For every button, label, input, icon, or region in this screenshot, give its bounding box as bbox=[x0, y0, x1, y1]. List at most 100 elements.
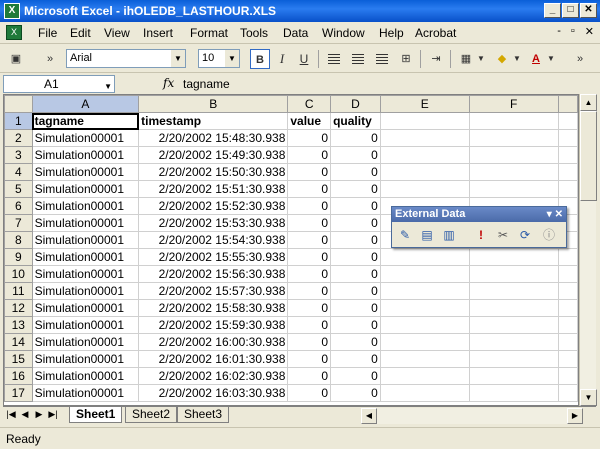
chevron-down-icon[interactable]: ▼ bbox=[225, 50, 239, 67]
cell[interactable] bbox=[557, 316, 578, 334]
row-header[interactable]: 8 bbox=[4, 231, 33, 249]
scroll-up-icon[interactable]: ▲ bbox=[580, 94, 597, 111]
cell[interactable] bbox=[379, 350, 470, 368]
last-sheet-icon[interactable]: ▶| bbox=[47, 409, 59, 420]
cell[interactable]: value bbox=[287, 112, 332, 130]
cell[interactable] bbox=[468, 384, 559, 402]
cell[interactable]: 2/20/2002 16:01:30.938 bbox=[138, 350, 289, 368]
close-icon[interactable]: ✕ bbox=[555, 209, 563, 220]
row-header[interactable]: 1 bbox=[4, 112, 33, 130]
close-button[interactable]: ✕ bbox=[580, 3, 597, 18]
cell[interactable] bbox=[379, 316, 470, 334]
fill-color-icon[interactable]: ◆ bbox=[492, 49, 512, 69]
cell[interactable] bbox=[379, 163, 470, 181]
cell[interactable]: 2/20/2002 16:03:30.938 bbox=[138, 384, 289, 402]
cell[interactable] bbox=[379, 146, 470, 164]
cell[interactable]: 0 bbox=[330, 146, 381, 164]
cell[interactable]: 0 bbox=[287, 350, 332, 368]
first-sheet-icon[interactable]: |◀ bbox=[5, 409, 17, 420]
cell[interactable]: 2/20/2002 15:49:30.938 bbox=[138, 146, 289, 164]
fx-icon[interactable]: fx bbox=[163, 76, 174, 90]
menu-format[interactable]: Format bbox=[190, 26, 228, 40]
minimize-button[interactable]: _ bbox=[544, 3, 561, 18]
cell[interactable]: Simulation00001 bbox=[31, 333, 140, 351]
cell[interactable] bbox=[379, 299, 470, 317]
data-range-properties-icon[interactable]: ▤ bbox=[418, 226, 436, 244]
row-header[interactable]: 3 bbox=[4, 146, 33, 164]
cell[interactable]: 0 bbox=[330, 180, 381, 198]
row-header[interactable]: 7 bbox=[4, 214, 33, 232]
row-header[interactable]: 9 bbox=[4, 248, 33, 266]
menu-edit[interactable]: Edit bbox=[70, 26, 91, 40]
horizontal-scrollbar[interactable]: ◀ ▶ bbox=[361, 408, 583, 424]
row-header[interactable]: 2 bbox=[4, 129, 33, 147]
title-bar[interactable]: X Microsoft Excel - ihOLEDB_LASTHOUR.XLS… bbox=[0, 0, 600, 22]
cell[interactable]: Simulation00001 bbox=[31, 163, 140, 181]
cell[interactable] bbox=[557, 265, 578, 283]
cell[interactable] bbox=[557, 384, 578, 402]
cell[interactable]: 0 bbox=[287, 265, 332, 283]
italic-button[interactable]: I bbox=[272, 49, 292, 69]
cell[interactable] bbox=[557, 282, 578, 300]
cell[interactable] bbox=[557, 248, 578, 266]
row-header[interactable]: 6 bbox=[4, 197, 33, 215]
cell[interactable]: Simulation00001 bbox=[31, 384, 140, 402]
cell[interactable] bbox=[557, 129, 578, 147]
row-header[interactable]: 14 bbox=[4, 333, 33, 351]
bold-button[interactable]: B bbox=[250, 49, 270, 69]
sheet-tab-sheet1[interactable]: Sheet1 bbox=[69, 407, 123, 423]
cell[interactable]: 0 bbox=[287, 129, 332, 147]
cell[interactable]: 2/20/2002 15:57:30.938 bbox=[138, 282, 289, 300]
cell[interactable]: Simulation00001 bbox=[31, 316, 140, 334]
font-size-select[interactable]: 10 ▼ bbox=[198, 49, 240, 68]
edit-query-icon[interactable]: ✎ bbox=[396, 226, 414, 244]
cell[interactable]: 0 bbox=[287, 384, 332, 402]
font-name-select[interactable]: Arial ▼ bbox=[66, 49, 186, 68]
column-header[interactable] bbox=[557, 95, 578, 113]
row-header[interactable]: 12 bbox=[4, 299, 33, 317]
cell[interactable] bbox=[557, 112, 578, 130]
cell[interactable]: 2/20/2002 15:52:30.938 bbox=[138, 197, 289, 215]
column-header[interactable]: D bbox=[330, 95, 381, 113]
cell[interactable] bbox=[557, 350, 578, 368]
cell[interactable] bbox=[468, 333, 559, 351]
menu-window[interactable]: Window bbox=[322, 26, 365, 40]
cell[interactable]: quality bbox=[330, 112, 381, 130]
column-header[interactable]: B bbox=[138, 95, 289, 113]
cell[interactable] bbox=[468, 146, 559, 164]
align-center-icon[interactable] bbox=[348, 49, 368, 69]
row-header[interactable]: 17 bbox=[4, 384, 33, 402]
cell[interactable]: 2/20/2002 15:48:30.938 bbox=[138, 129, 289, 147]
cell[interactable]: 0 bbox=[287, 197, 332, 215]
doc-close-icon[interactable]: ✕ bbox=[585, 25, 594, 38]
external-data-toolbar[interactable]: External Data ▾ ✕ ✎ ▤ ▥ ! ✂ ⟳ ⓘ bbox=[391, 206, 567, 248]
cell[interactable]: 0 bbox=[287, 163, 332, 181]
name-box[interactable]: A1 ▼ bbox=[3, 75, 115, 93]
menu-insert[interactable]: Insert bbox=[143, 26, 173, 40]
cell[interactable] bbox=[379, 367, 470, 385]
cell[interactable] bbox=[468, 367, 559, 385]
column-header[interactable]: E bbox=[379, 95, 470, 113]
cell[interactable]: 0 bbox=[287, 248, 332, 266]
cell[interactable]: Simulation00001 bbox=[31, 129, 140, 147]
save-icon[interactable]: ▣ bbox=[6, 49, 26, 69]
align-right-icon[interactable] bbox=[372, 49, 392, 69]
cell[interactable]: 2/20/2002 15:51:30.938 bbox=[138, 180, 289, 198]
cell[interactable]: 2/20/2002 15:50:30.938 bbox=[138, 163, 289, 181]
chevron-down-icon[interactable]: ▼ bbox=[171, 50, 185, 67]
cell[interactable]: 0 bbox=[330, 350, 381, 368]
column-header[interactable]: A bbox=[31, 95, 140, 113]
chevron-down-icon[interactable]: ▼ bbox=[546, 49, 556, 69]
prev-sheet-icon[interactable]: ◀ bbox=[19, 409, 31, 420]
cell[interactable] bbox=[379, 265, 470, 283]
menu-acrobat[interactable]: Acrobat bbox=[415, 26, 456, 40]
external-data-title-bar[interactable]: External Data ▾ ✕ bbox=[392, 207, 566, 222]
cell[interactable] bbox=[468, 265, 559, 283]
cell[interactable]: 2/20/2002 15:55:30.938 bbox=[138, 248, 289, 266]
refresh-status-icon[interactable]: ⓘ bbox=[540, 226, 558, 244]
cell[interactable]: 0 bbox=[287, 333, 332, 351]
cell[interactable]: 0 bbox=[330, 231, 381, 249]
cell[interactable]: Simulation00001 bbox=[31, 265, 140, 283]
row-header[interactable]: 15 bbox=[4, 350, 33, 368]
cell[interactable]: 2/20/2002 16:00:30.938 bbox=[138, 333, 289, 351]
